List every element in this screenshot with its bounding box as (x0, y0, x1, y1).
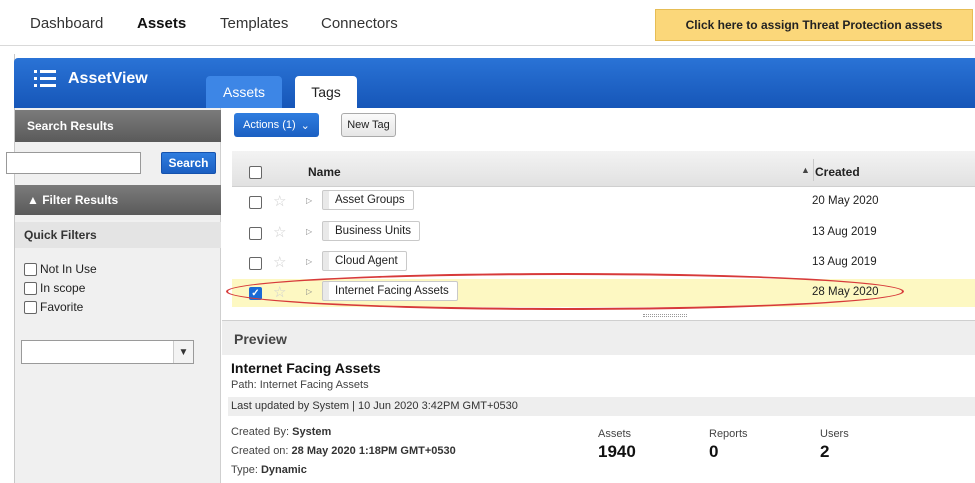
created-date: 13 Aug 2019 (812, 256, 877, 268)
preview-pane: Preview Internet Facing Assets Path: Int… (222, 320, 975, 483)
actions-label: Actions (1) (243, 119, 296, 131)
new-tag-button[interactable]: New Tag (341, 113, 396, 137)
stat-users-label: Users (820, 428, 849, 440)
created-by-value: System (292, 426, 332, 438)
created-on-value: 28 May 2020 1:18PM GMT+0530 (291, 445, 456, 457)
row-checkbox[interactable] (249, 196, 262, 209)
type-value: Dynamic (260, 464, 307, 476)
checkbox[interactable] (24, 262, 37, 276)
column-divider (813, 159, 814, 181)
star-icon[interactable]: ☆ (273, 223, 286, 241)
highlight-annotation (226, 273, 904, 310)
preview-created-on: Created on: 28 May 2020 1:18PM GMT+0530 (231, 445, 456, 457)
checkbox[interactable] (24, 281, 37, 295)
top-nav: Dashboard Assets Templates Connectors Cl… (0, 0, 975, 46)
type-label: Type: (231, 464, 258, 476)
row-checkbox[interactable] (249, 257, 262, 270)
star-icon[interactable]: ☆ (273, 253, 286, 271)
created-by-label: Created By: (231, 426, 290, 438)
app-title: AssetView (68, 70, 148, 87)
threat-protection-promo-button[interactable]: Click here to assign Threat Protection a… (655, 9, 973, 41)
filter-label: Not In Use (40, 262, 97, 276)
stat-assets-value: 1940 (598, 442, 636, 461)
row-checkbox[interactable] (249, 227, 262, 240)
filter-favorite[interactable]: Favorite (24, 300, 83, 314)
nav-connectors[interactable]: Connectors (321, 15, 398, 32)
tag-name[interactable]: Business Units (322, 221, 421, 241)
column-name[interactable]: Name (308, 165, 341, 179)
preview-created-by: Created By: System (231, 426, 331, 438)
sort-asc-icon[interactable]: ▲ (801, 165, 810, 175)
filter-label: In scope (40, 281, 86, 295)
preview-last-updated: Last updated by System | 10 Jun 2020 3:4… (228, 397, 975, 416)
search-button[interactable]: Search (161, 152, 216, 174)
app-bar: AssetView Assets Tags (14, 58, 975, 108)
search-input[interactable] (6, 152, 141, 174)
stat-assets-label: Assets (598, 428, 632, 440)
chevron-down-icon[interactable]: ▼ (173, 341, 193, 363)
stat-users-value: 2 (820, 442, 830, 461)
preview-title: Internet Facing Assets (231, 360, 381, 376)
chevron-down-icon: ⌄ (300, 119, 310, 132)
quick-filters-title: Quick Filters (15, 222, 221, 248)
filter-label: Favorite (40, 300, 84, 314)
stat-reports-value: 0 (709, 442, 719, 461)
stat-reports-label: Reports (709, 428, 748, 440)
expand-icon[interactable]: ▷ (306, 257, 312, 266)
preview-header: Preview (222, 321, 975, 355)
table-row[interactable]: ☆ ▷ Business Units 13 Aug 2019 (232, 219, 975, 247)
tab-tags[interactable]: Tags (295, 76, 357, 108)
actions-button[interactable]: Actions (1) ⌄ (234, 113, 319, 137)
list-icon (34, 70, 56, 88)
grid-header: Name ▲ Created (232, 151, 975, 187)
nav-dashboard[interactable]: Dashboard (30, 15, 103, 32)
select-all-checkbox[interactable] (249, 166, 262, 179)
expand-icon[interactable]: ▷ (306, 227, 312, 236)
expand-icon[interactable]: ▷ (306, 196, 312, 205)
tab-assets[interactable]: Assets (206, 76, 282, 108)
created-on-label: Created on: (231, 445, 289, 457)
nav-templates[interactable]: Templates (220, 15, 288, 32)
tag-name[interactable]: Cloud Agent (322, 251, 407, 271)
app-logo: AssetView (34, 70, 148, 88)
search-results-header: Search Results (15, 110, 221, 142)
preview-type: Type: Dynamic (231, 464, 307, 476)
created-date: 13 Aug 2019 (812, 226, 877, 238)
preview-path: Path: Internet Facing Assets (231, 379, 369, 391)
star-icon[interactable]: ☆ (273, 192, 286, 210)
tag-name[interactable]: Asset Groups (322, 190, 414, 210)
filter-in-scope[interactable]: In scope (24, 281, 85, 295)
filter-results-header[interactable]: ▲ Filter Results (15, 185, 221, 215)
resize-handle[interactable] (643, 314, 687, 317)
toolbar: Actions (1) ⌄ New Tag (222, 108, 975, 146)
table-row[interactable]: ☆ ▷ Asset Groups 20 May 2020 (232, 188, 975, 216)
filter-not-in-use[interactable]: Not In Use (24, 262, 97, 276)
column-created[interactable]: Created (815, 165, 860, 179)
created-date: 20 May 2020 (812, 195, 879, 207)
nav-assets[interactable]: Assets (137, 15, 186, 32)
checkbox[interactable] (24, 300, 37, 314)
filter-select[interactable]: ▼ (21, 340, 194, 364)
